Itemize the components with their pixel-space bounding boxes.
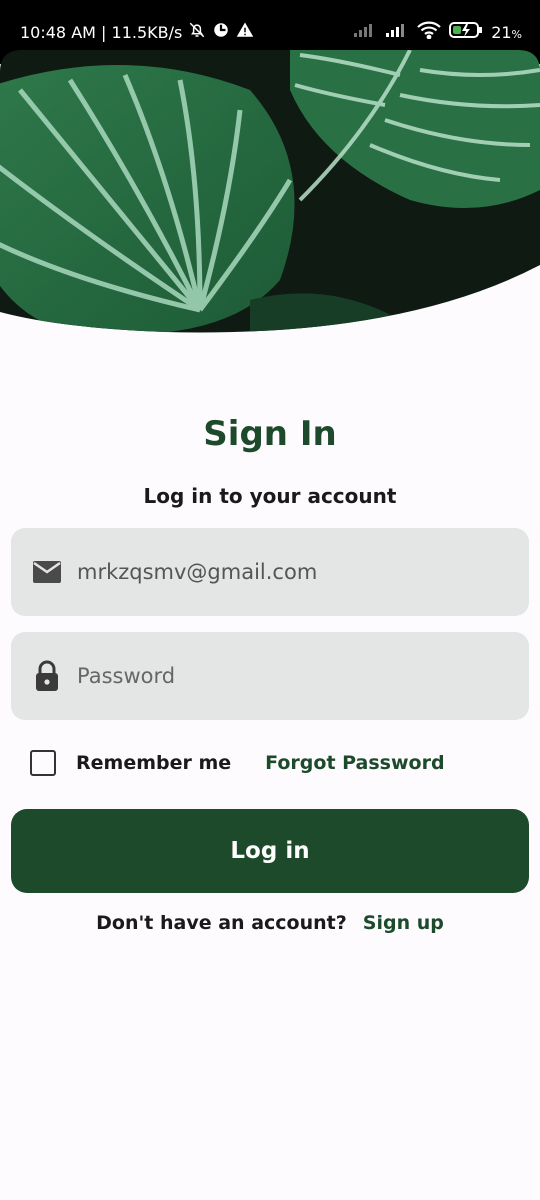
remember-me-checkbox[interactable] xyxy=(30,750,56,776)
signup-row: Don't have an account? Sign up xyxy=(0,912,540,934)
status-right: 21% xyxy=(353,21,522,43)
remember-forgot-row: Remember me Forgot Password xyxy=(30,750,445,776)
password-field[interactable] xyxy=(11,632,529,720)
status-time-speed: 10:48 AM | 11.5KB/s xyxy=(20,22,183,42)
battery-level: 21% xyxy=(491,22,522,42)
lock-icon xyxy=(11,660,77,692)
login-button[interactable]: Log in xyxy=(11,809,529,893)
battery-icon xyxy=(449,21,483,43)
data-saver-icon xyxy=(212,21,230,43)
signal-weak-icon xyxy=(353,22,377,42)
page-subtitle: Log in to your account xyxy=(143,484,397,508)
warning-icon xyxy=(236,21,254,43)
remember-me-label[interactable]: Remember me xyxy=(76,752,231,774)
signup-link[interactable]: Sign up xyxy=(363,912,444,934)
wifi-icon xyxy=(417,21,441,43)
hero-leaf-image xyxy=(0,50,540,336)
status-left: 10:48 AM | 11.5KB/s xyxy=(20,21,254,43)
mail-icon xyxy=(11,560,77,584)
password-input[interactable] xyxy=(77,664,529,688)
bell-off-icon xyxy=(188,21,206,43)
email-field[interactable] xyxy=(11,528,529,616)
page-title: Sign In xyxy=(203,414,337,454)
signal-icon xyxy=(385,22,409,42)
forgot-password-link[interactable]: Forgot Password xyxy=(265,752,444,774)
signup-question: Don't have an account? xyxy=(96,912,347,934)
email-input[interactable] xyxy=(77,560,529,584)
